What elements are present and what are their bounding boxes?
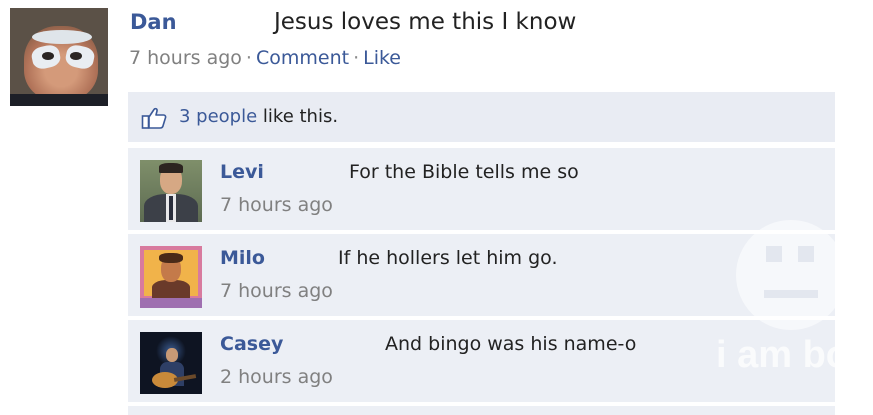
post-author-avatar[interactable] [10,8,108,106]
like-link[interactable]: Like [363,47,401,69]
post-meta: 7 hours ago · Comment · Like [129,47,401,69]
comment-author-name[interactable]: Milo [220,247,265,269]
comment-avatar[interactable] [140,160,202,222]
comment-timestamp: 7 hours ago [220,280,333,302]
comment-author-name[interactable]: Levi [220,161,264,183]
likes-summary: 3 people like this. [128,92,835,142]
post-timestamp: 7 hours ago [129,47,242,69]
likes-text: 3 people like this. [179,106,338,127]
likes-suffix: like this. [262,106,339,127]
comment-avatar[interactable] [140,332,202,394]
comment-author-name[interactable]: Casey [220,333,283,355]
comment-text: For the Bible tells me so [349,161,579,183]
comment-item: Levi For the Bible tells me so 7 hours a… [128,148,835,230]
likes-count-link[interactable]: 3 people [179,106,257,127]
comment-link[interactable]: Comment [256,47,349,69]
comment-text: If he hollers let him go. [338,247,558,269]
comment-item: Milo If he hollers let him go. 7 hours a… [128,234,835,316]
post-text: Jesus loves me this I know [274,9,577,35]
comment-timestamp: 7 hours ago [220,194,333,216]
meta-separator: · [245,47,252,69]
comment-list-footer [128,406,835,415]
comment-text: And bingo was his name-o [385,333,637,355]
meta-separator: · [353,47,360,69]
watermark-face-icon [736,220,846,330]
thumbs-up-icon [141,107,167,129]
comment-avatar[interactable] [140,246,202,308]
comment-timestamp: 2 hours ago [220,366,333,388]
post-author-name[interactable]: Dan [130,10,177,34]
watermark-text: i am bored [716,334,836,376]
